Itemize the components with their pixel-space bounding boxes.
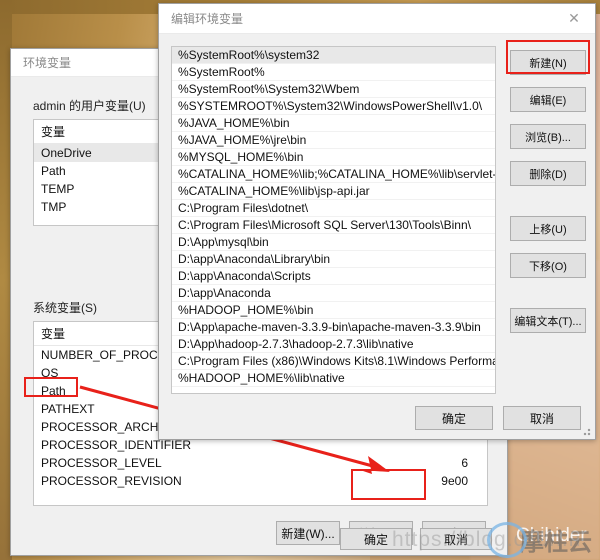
path-entry-row[interactable]: C:\Program Files\dotnet\ [172, 200, 495, 217]
system-variable-row[interactable]: PROCESSOR_LEVEL 6 [34, 454, 487, 472]
path-entry-row[interactable]: %HADOOP_HOME%\lib\native [172, 370, 495, 387]
system-variable-name: Path [41, 384, 66, 398]
move-down-button[interactable]: 下移(O) [510, 253, 586, 278]
path-entry-row[interactable]: %SystemRoot%\System32\Wbem [172, 81, 495, 98]
dialog-ok-button[interactable]: 确定 [415, 406, 493, 430]
path-entry-row[interactable]: %JAVA_HOME%\bin [172, 115, 495, 132]
system-variable-name: PROCESSOR_LEVEL [41, 456, 162, 470]
system-variable-name: PATHEXT [41, 402, 95, 416]
browse-button[interactable]: 浏览(B)... [510, 124, 586, 149]
dialog-footer: 确定 取消 [415, 406, 587, 430]
system-variable-row[interactable]: PROCESSOR_REVISION 9e00 [34, 472, 487, 490]
delete-button[interactable]: 删除(D) [510, 161, 586, 186]
path-entry-row[interactable]: %SystemRoot% [172, 64, 495, 81]
resize-grip-icon[interactable] [580, 425, 592, 437]
path-entry-row[interactable]: %MYSQL_HOME%\bin [172, 149, 495, 166]
system-variable-name: OS [41, 366, 59, 380]
edit-text-button[interactable]: 编辑文本(T)... [510, 308, 586, 333]
system-variable-name: PROCESSOR_IDENTIFIER [41, 438, 192, 452]
path-entry-row[interactable]: %SystemRoot%\system32 [172, 47, 495, 64]
path-entry-row[interactable]: D:\app\Anaconda\Library\bin [172, 251, 495, 268]
system-variable-value: 9e00 [441, 474, 468, 488]
path-entries-list[interactable]: %SystemRoot%\system32 %SystemRoot% %System… [171, 46, 496, 394]
path-entry-row[interactable]: %HADOOP_HOME%\bin [172, 302, 495, 319]
system-variable-name: PROCESSOR_REVISION [41, 474, 182, 488]
close-icon[interactable]: ✕ [553, 4, 595, 33]
path-entry-row[interactable]: D:\App\hadoop-2.7.3\hadoop-2.7.3\lib\nat… [172, 336, 495, 353]
env-window-footer: 确定 取消 [340, 528, 510, 552]
path-entry-row[interactable]: C:\Program Files\Microsoft SQL Server\13… [172, 217, 495, 234]
path-entry-row[interactable]: %CATALINA_HOME%\lib;%CATALINA_HOME%\lib\… [172, 166, 495, 183]
path-entry-row[interactable]: D:\app\Anaconda\Scripts [172, 268, 495, 285]
path-entry-row[interactable]: D:\app\Anaconda [172, 285, 495, 302]
path-entry-row[interactable]: %CATALINA_HOME%\lib\jsp-api.jar [172, 183, 495, 200]
dialog-title: 编辑环境变量 [171, 12, 244, 26]
path-entry-row[interactable]: %SYSTEMROOT%\System32\WindowsPowerShell\… [172, 98, 495, 115]
dialog-cancel-button[interactable]: 取消 [503, 406, 581, 430]
env-cancel-button[interactable]: 取消 [420, 528, 492, 550]
path-entry-row[interactable]: %JAVA_HOME%\jre\bin [172, 132, 495, 149]
env-ok-button[interactable]: 确定 [340, 528, 412, 550]
system-variable-value: 6 [461, 456, 468, 470]
env-window-title: 环境变量 [23, 56, 72, 70]
path-entry-row[interactable]: D:\App\mysql\bin [172, 234, 495, 251]
path-entry-row[interactable]: C:\Program Files (x86)\Windows Kits\8.1\… [172, 353, 495, 370]
move-up-button[interactable]: 上移(U) [510, 216, 586, 241]
edit-button[interactable]: 编辑(E) [510, 87, 586, 112]
dialog-titlebar: 编辑环境变量 ✕ [159, 4, 595, 34]
new-button[interactable]: 新建(N) [510, 50, 586, 75]
system-new-button[interactable]: 新建(W)... [276, 521, 340, 545]
path-entry-row[interactable]: D:\App\apache-maven-3.3.9-bin\apache-mav… [172, 319, 495, 336]
edit-environment-variable-dialog: 编辑环境变量 ✕ %SystemRoot%\system32 %SystemRoo… [158, 3, 596, 440]
